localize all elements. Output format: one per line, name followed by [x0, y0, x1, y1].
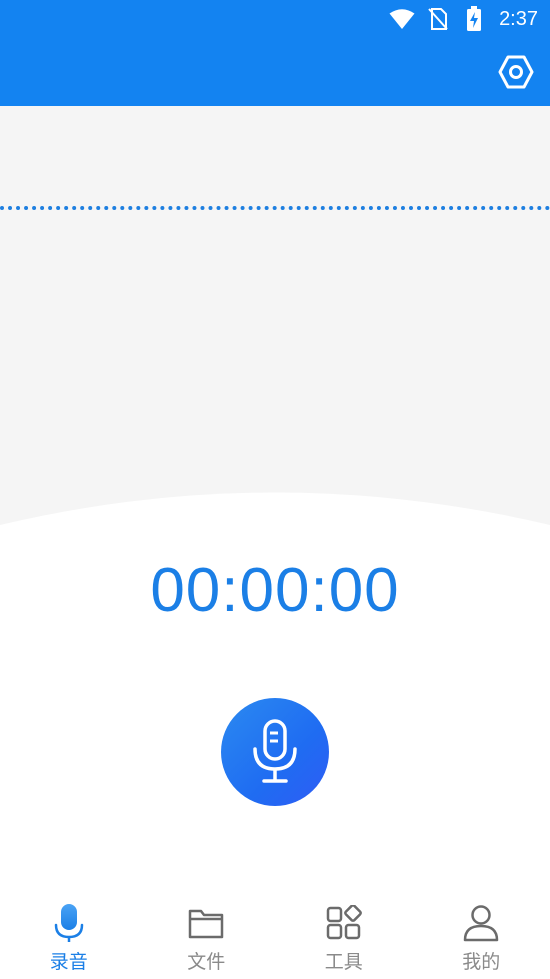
settings-hex-icon [498, 55, 534, 89]
tools-grid-icon [324, 903, 364, 943]
folder-icon [186, 903, 226, 943]
status-clock: 2:37 [499, 7, 538, 30]
nav-item-files[interactable]: 文件 [138, 895, 276, 979]
battery-charging-icon [461, 6, 487, 32]
nav-item-mine[interactable]: 我的 [413, 895, 550, 979]
bottom-nav: 录音 文件 工具 我的 [0, 895, 550, 979]
nav-label-tools: 工具 [324, 951, 363, 973]
microphone-icon [49, 903, 89, 943]
person-icon [461, 903, 501, 943]
record-button[interactable] [221, 698, 329, 806]
nav-label-mine: 我的 [462, 951, 501, 973]
wifi-icon [389, 6, 415, 32]
nav-item-record[interactable]: 录音 [0, 895, 138, 979]
no-sim-icon [425, 6, 451, 32]
recording-timer: 00:00:00 [150, 556, 400, 625]
waveform-baseline [0, 206, 550, 210]
app-bar [0, 38, 550, 106]
nav-item-tools[interactable]: 工具 [275, 895, 413, 979]
waveform-area [0, 106, 550, 526]
nav-label-files: 文件 [187, 951, 226, 973]
nav-label-record: 录音 [49, 951, 88, 973]
status-bar: 2:37 [0, 0, 550, 38]
panel-curve [0, 492, 550, 550]
settings-button[interactable] [496, 52, 536, 92]
microphone-icon [253, 719, 297, 783]
